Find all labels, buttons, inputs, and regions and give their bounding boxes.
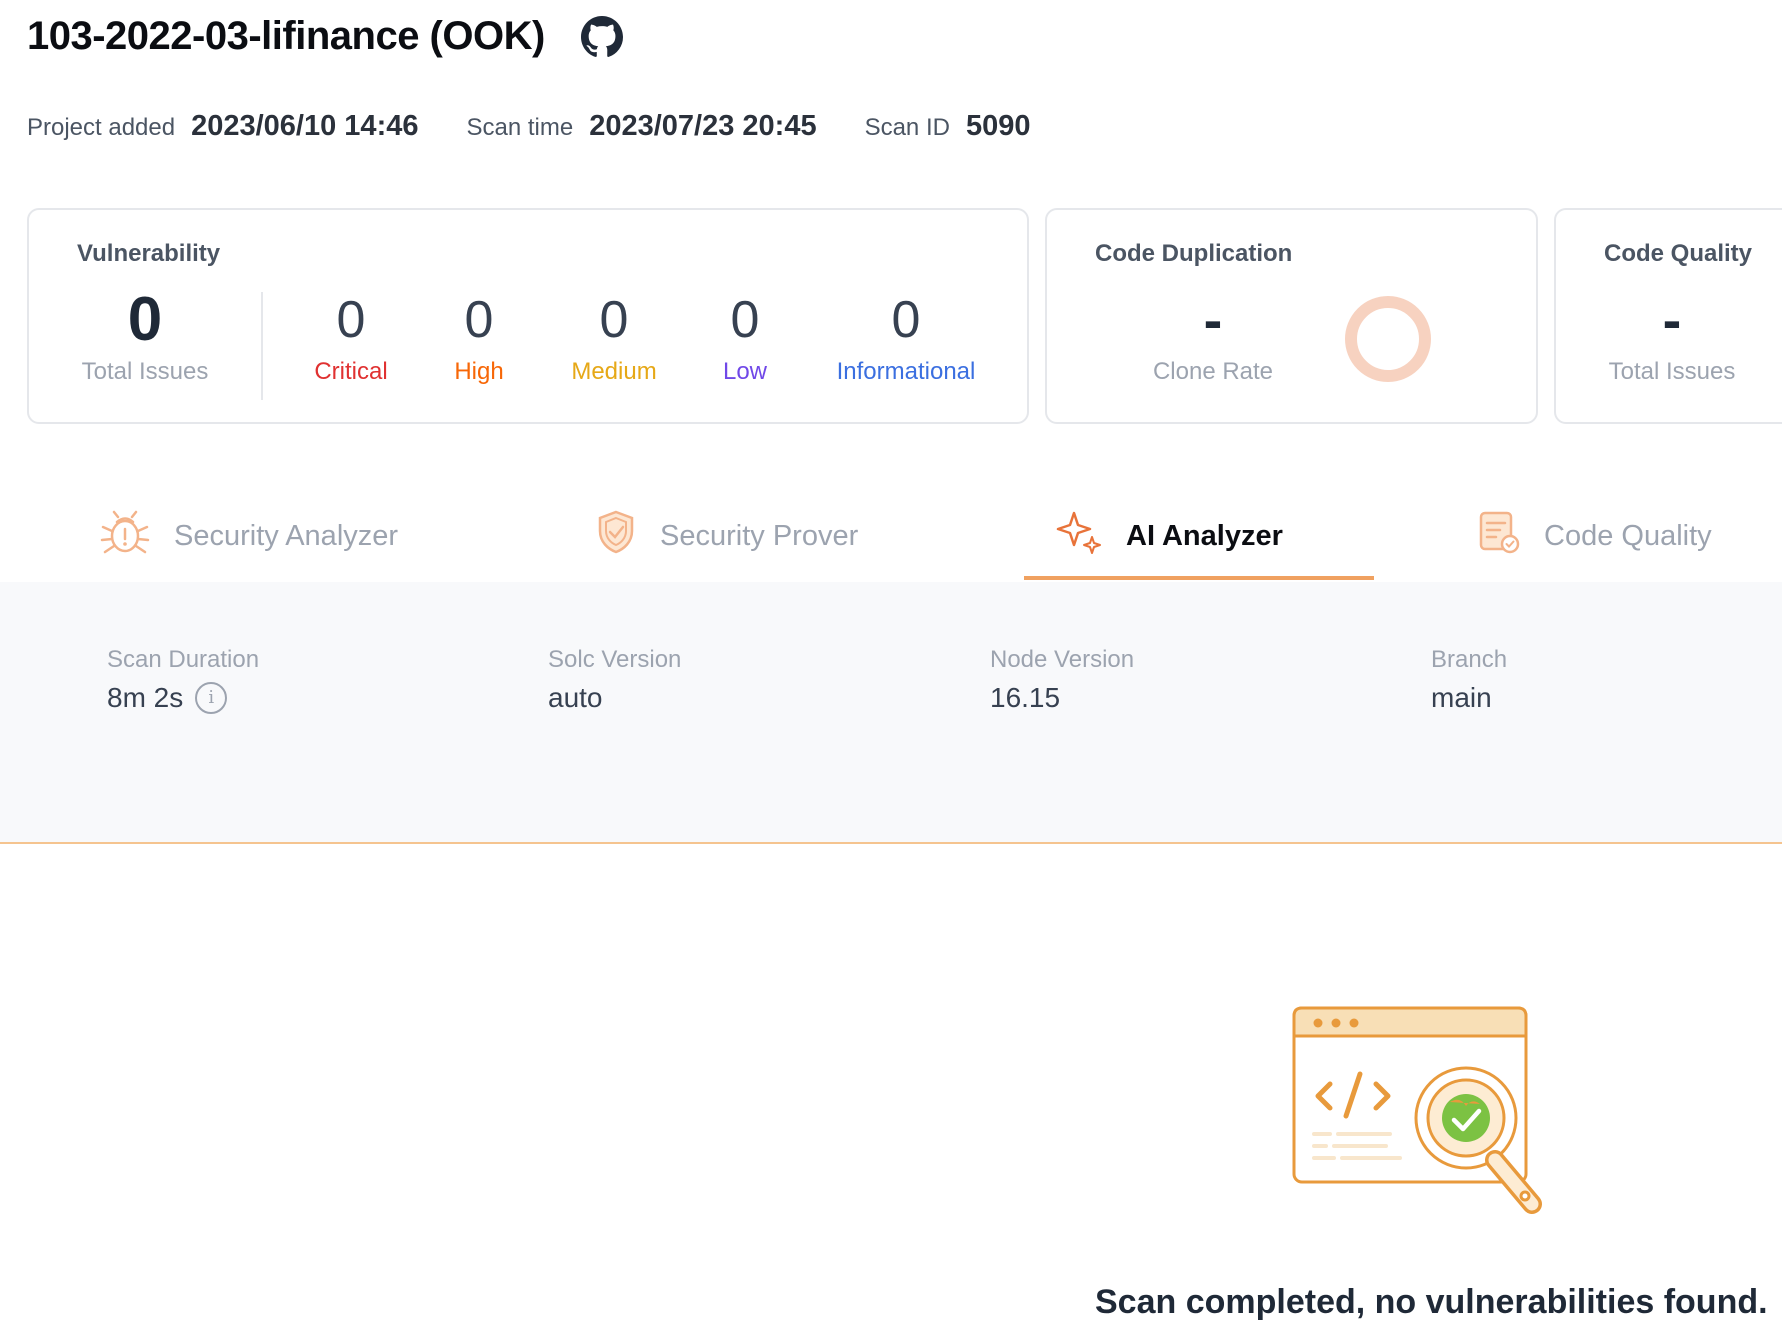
vulnerability-divider: [261, 292, 263, 400]
document-check-icon: [1478, 509, 1544, 563]
total-issues-label: Total Issues: [81, 358, 209, 385]
code-quality-total-value: -: [1662, 288, 1682, 351]
tab-code-quality[interactable]: Code Quality: [1478, 490, 1712, 582]
tab-security-prover[interactable]: Security Prover: [596, 490, 858, 582]
low-label: Low: [722, 358, 768, 385]
critical-value: 0: [336, 291, 366, 349]
scan-duration-label: Scan Duration: [107, 646, 260, 673]
total-issues-value: 0: [127, 285, 163, 354]
medium-stat[interactable]: 0 Medium: [571, 290, 656, 386]
scan-result-message: Scan completed, no vulnerabilities found…: [1095, 1283, 1768, 1321]
vulnerability-card: Vulnerability 0 Total Issues 0 Critical …: [27, 208, 1029, 424]
scan-duration: Scan Duration 8m 2s i: [107, 646, 259, 714]
tab-security-analyzer[interactable]: Security Analyzer: [100, 490, 398, 582]
high-label: High: [454, 358, 504, 385]
clone-rate-stat: - Clone Rate: [1153, 290, 1273, 386]
node-version: Node Version 16.15: [990, 646, 1134, 714]
node-version-label: Node Version: [990, 646, 1135, 673]
low-stat[interactable]: 0 Low: [723, 290, 767, 386]
code-quality-total-label: Total Issues: [1608, 358, 1736, 385]
medium-value: 0: [599, 291, 629, 349]
info-icon[interactable]: i: [195, 682, 228, 714]
critical-stat[interactable]: 0 Critical: [314, 290, 387, 386]
code-duplication-title: Code Duplication: [1095, 240, 1293, 267]
scan-info-panel: Scan Duration 8m 2s i Solc Version auto …: [0, 582, 1782, 844]
scan-time-value: 2023/07/23 20:45: [589, 110, 817, 142]
scan-id-value: 5090: [965, 110, 1031, 142]
clone-rate-value: -: [1203, 288, 1223, 351]
branch-value: main: [1431, 682, 1492, 713]
medium-label: Medium: [571, 358, 657, 385]
vulnerability-title: Vulnerability: [77, 240, 221, 267]
project-added-label: Project added: [27, 114, 176, 141]
clone-rate-ring: [1345, 296, 1431, 382]
low-value: 0: [730, 291, 760, 349]
tab-label: Security Analyzer: [174, 519, 399, 552]
code-quality-card: Code Quality - Total Issues: [1554, 208, 1782, 424]
tab-label: Security Prover: [660, 519, 859, 552]
tab-ai-analyzer[interactable]: AI Analyzer: [1056, 490, 1283, 582]
active-tab-indicator: [1024, 576, 1374, 580]
scan-id-label: Scan ID: [864, 114, 950, 141]
branch: Branch main: [1431, 646, 1507, 714]
tab-label: AI Analyzer: [1126, 519, 1283, 552]
branch-label: Branch: [1431, 646, 1508, 673]
code-quality-total-stat: - Total Issues: [1609, 290, 1736, 386]
header: 103-2022-03-lifinance (OOK): [27, 14, 623, 59]
critical-label: Critical: [314, 358, 388, 385]
scan-duration-value: 8m 2s: [107, 682, 184, 713]
sparkle-icon: [1056, 509, 1126, 563]
solc-version: Solc Version auto: [548, 646, 681, 714]
high-value: 0: [464, 291, 494, 349]
github-icon[interactable]: [580, 15, 623, 58]
analyzer-tabs: Security Analyzer Security Prover AI Ana…: [0, 490, 1782, 584]
total-issues-stat: 0 Total Issues: [81, 285, 209, 386]
tab-label: Code Quality: [1544, 519, 1712, 552]
solc-version-value: auto: [548, 682, 603, 713]
code-scan-magnifier-illustration: [1290, 1000, 1560, 1225]
informational-label: Informational: [836, 358, 976, 385]
clone-rate-label: Clone Rate: [1152, 358, 1274, 385]
informational-value: 0: [891, 291, 921, 349]
project-added-value: 2023/06/10 14:46: [191, 110, 419, 142]
bug-icon: [100, 509, 174, 563]
scan-time-label: Scan time: [466, 114, 574, 141]
code-quality-title: Code Quality: [1604, 240, 1753, 267]
scan-meta: Project added 2023/06/10 14:46 Scan time…: [27, 110, 1078, 143]
informational-stat[interactable]: 0 Informational: [837, 290, 976, 386]
solc-version-label: Solc Version: [548, 646, 682, 673]
node-version-value: 16.15: [990, 682, 1061, 713]
high-stat[interactable]: 0 High: [454, 290, 503, 386]
project-title: 103-2022-03-lifinance (OOK): [27, 14, 545, 58]
shield-icon: [596, 509, 660, 563]
code-duplication-card: Code Duplication - Clone Rate: [1045, 208, 1538, 424]
